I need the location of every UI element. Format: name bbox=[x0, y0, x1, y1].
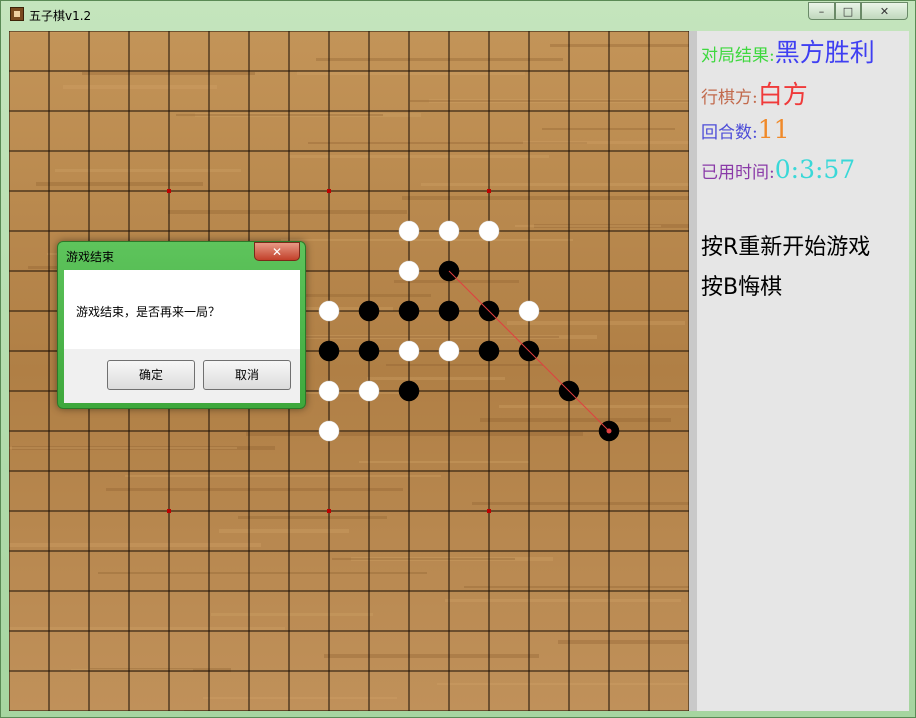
white-stone bbox=[438, 220, 460, 242]
white-stone bbox=[318, 300, 340, 322]
star-point bbox=[167, 509, 171, 513]
turn-value: 白方 bbox=[757, 80, 808, 109]
dialog-footer: 确定 取消 bbox=[64, 349, 300, 403]
white-stone bbox=[478, 220, 500, 242]
rounds-label: 回合数: bbox=[701, 123, 758, 143]
wood-streak bbox=[9, 543, 261, 547]
wood-streak bbox=[9, 447, 237, 449]
wood-streak bbox=[211, 613, 373, 616]
undo-hint: 按B悔棋 bbox=[701, 275, 783, 300]
time-row: 已用时间:0:3:57 bbox=[701, 155, 855, 184]
wood-streak bbox=[367, 377, 505, 380]
white-stone bbox=[318, 420, 340, 442]
white-stone bbox=[398, 220, 420, 242]
wood-streak bbox=[55, 169, 241, 172]
wood-streak bbox=[445, 599, 681, 602]
wood-streak bbox=[203, 697, 397, 699]
wood-streak bbox=[289, 155, 549, 158]
wood-streak bbox=[402, 196, 689, 200]
star-point bbox=[167, 189, 171, 193]
wood-streak bbox=[515, 225, 661, 227]
black-stone bbox=[358, 340, 380, 362]
rounds-row: 回合数:11 bbox=[701, 115, 790, 144]
white-stone bbox=[398, 340, 420, 362]
star-point bbox=[327, 509, 331, 513]
wood-streak bbox=[332, 558, 515, 560]
black-stone bbox=[398, 300, 420, 322]
dialog-close-button[interactable]: ✕ bbox=[254, 242, 300, 261]
black-stone bbox=[478, 340, 500, 362]
result-row: 对局结果:黑方胜利 bbox=[701, 33, 875, 69]
black-stone bbox=[398, 380, 420, 402]
time-label: 已用时间: bbox=[701, 163, 775, 183]
wood-streak bbox=[63, 85, 217, 89]
wood-streak bbox=[472, 502, 689, 505]
star-point bbox=[487, 189, 491, 193]
dialog-title[interactable]: 游戏结束 bbox=[66, 248, 114, 265]
star-point bbox=[487, 509, 491, 513]
wood-streak bbox=[316, 58, 563, 61]
turn-row: 行棋方:白方 bbox=[701, 75, 808, 111]
wood-streak bbox=[558, 640, 689, 644]
wood-streak bbox=[480, 418, 671, 422]
info-panel: 对局结果:黑方胜利 行棋方:白方 回合数:11 已用时间:0:3:57 按R重新… bbox=[689, 31, 909, 711]
restart-hint: 按R重新开始游戏 bbox=[701, 235, 871, 260]
wood-streak bbox=[550, 44, 689, 47]
maximize-button[interactable]: □ bbox=[835, 2, 861, 20]
wood-streak bbox=[106, 488, 403, 491]
result-label: 对局结果: bbox=[701, 46, 775, 66]
minimize-button[interactable]: – bbox=[808, 2, 835, 20]
wood-streak bbox=[386, 364, 543, 366]
wood-streak bbox=[9, 627, 285, 630]
wood-streak bbox=[246, 432, 583, 436]
turn-label: 行棋方: bbox=[701, 88, 758, 108]
black-stone bbox=[318, 340, 340, 362]
wood-streak bbox=[36, 182, 203, 186]
wood-streak bbox=[125, 475, 441, 477]
result-value: 黑方胜利 bbox=[774, 38, 875, 67]
time-value: 0:3:57 bbox=[774, 155, 856, 184]
last-move-marker bbox=[606, 428, 612, 434]
star-point bbox=[327, 189, 331, 193]
white-stone bbox=[318, 380, 340, 402]
wood-streak bbox=[499, 405, 689, 408]
window-controls: – □ ✕ bbox=[808, 2, 908, 20]
wood-streak bbox=[168, 210, 407, 214]
window-title: 五子棋v1.2 bbox=[29, 9, 92, 23]
black-stone bbox=[358, 300, 380, 322]
app-icon bbox=[10, 7, 24, 21]
wood-streak bbox=[464, 586, 689, 588]
white-stone bbox=[398, 260, 420, 282]
wood-streak bbox=[297, 71, 525, 75]
white-stone bbox=[358, 380, 380, 402]
dialog-message: 游戏结束，是否再来一局？ bbox=[76, 305, 221, 319]
wood-streak bbox=[507, 321, 685, 325]
game-over-dialog: 游戏结束 ✕ 游戏结束，是否再来一局？ 确定 取消 bbox=[57, 241, 306, 409]
wood-streak bbox=[98, 572, 427, 574]
close-button[interactable]: ✕ bbox=[861, 2, 908, 20]
white-stone bbox=[518, 300, 540, 322]
wood-streak bbox=[523, 141, 689, 144]
ok-button[interactable]: 确定 bbox=[107, 360, 195, 390]
wood-streak bbox=[359, 461, 529, 463]
wood-streak bbox=[324, 654, 539, 658]
black-stone bbox=[438, 300, 460, 322]
wood-streak bbox=[410, 100, 689, 102]
app-window: 五子棋v1.2 – □ ✕ 对局结果:黑方胜利 行棋方:白方 回合数:11 已用… bbox=[0, 0, 916, 718]
rounds-value: 11 bbox=[757, 115, 790, 144]
wood-streak bbox=[176, 114, 383, 116]
dialog-body: 游戏结束，是否再来一局？ bbox=[64, 270, 300, 349]
wood-streak bbox=[238, 516, 387, 519]
wood-streak bbox=[437, 683, 689, 685]
cancel-button[interactable]: 取消 bbox=[203, 360, 291, 390]
title-bar[interactable]: 五子棋v1.2 – □ ✕ bbox=[1, 1, 915, 29]
white-stone bbox=[438, 340, 460, 362]
